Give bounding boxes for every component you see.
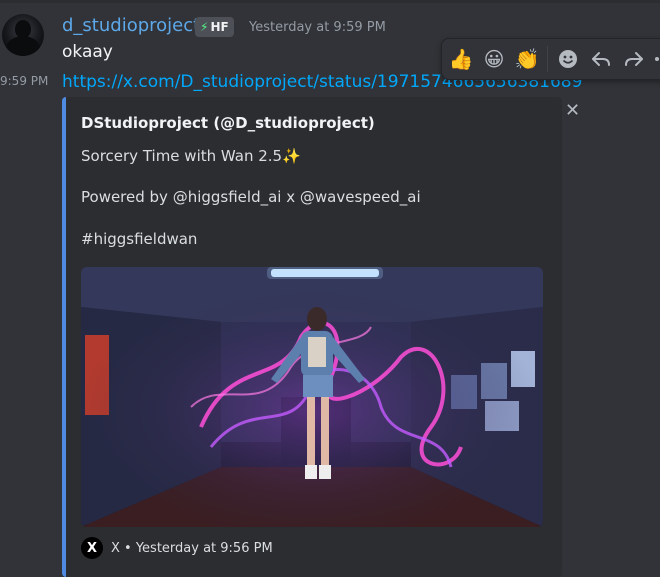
link-embed: DStudioproject (@D_studioproject) Sorcer… [62, 97, 562, 577]
embed-hashtag[interactable]: #higgsfieldwan [81, 230, 197, 248]
message-text: okaay [62, 42, 113, 62]
bolt-icon: ⚡ [200, 20, 209, 34]
reaction-grinning-button[interactable]: 😀 [480, 45, 508, 73]
add-reaction-icon[interactable] [554, 45, 582, 73]
embed-image[interactable] [81, 267, 543, 527]
message-action-toolbar: 👍 😀 👏 [441, 38, 660, 80]
reaction-thumbs-up-button[interactable]: 👍 [447, 45, 475, 73]
embed-author[interactable]: DStudioproject (@D_studioproject) [81, 114, 375, 132]
server-tag-label: HF [210, 20, 229, 34]
close-icon[interactable]: ✕ [565, 100, 580, 121]
x-logo-icon: X [81, 537, 103, 559]
reply-icon[interactable] [587, 45, 615, 73]
reaction-clapping-button[interactable]: 👏 [513, 45, 541, 73]
embed-footer-text: X • Yesterday at 9:56 PM [111, 540, 273, 556]
toolbar-divider [547, 46, 548, 72]
embed-description-line: Sorcery Time with Wan 2.5✨ [81, 147, 301, 165]
avatar-silhouette-body [6, 36, 40, 56]
top-divider [0, 0, 660, 3]
forward-icon[interactable] [620, 45, 648, 73]
hover-timestamp[interactable]: 9:59 PM [0, 74, 48, 88]
more-icon[interactable] [650, 45, 660, 73]
embed-description-line: Powered by @higgsfield_ai x @wavespeed_a… [81, 188, 421, 206]
username[interactable]: d_studioproject [62, 15, 200, 36]
embed-footer: X X • Yesterday at 9:56 PM [81, 537, 273, 559]
server-tag-badge[interactable]: ⚡ HF [195, 17, 234, 37]
message-timestamp[interactable]: Yesterday at 9:59 PM [249, 20, 386, 35]
avatar[interactable] [2, 14, 44, 56]
